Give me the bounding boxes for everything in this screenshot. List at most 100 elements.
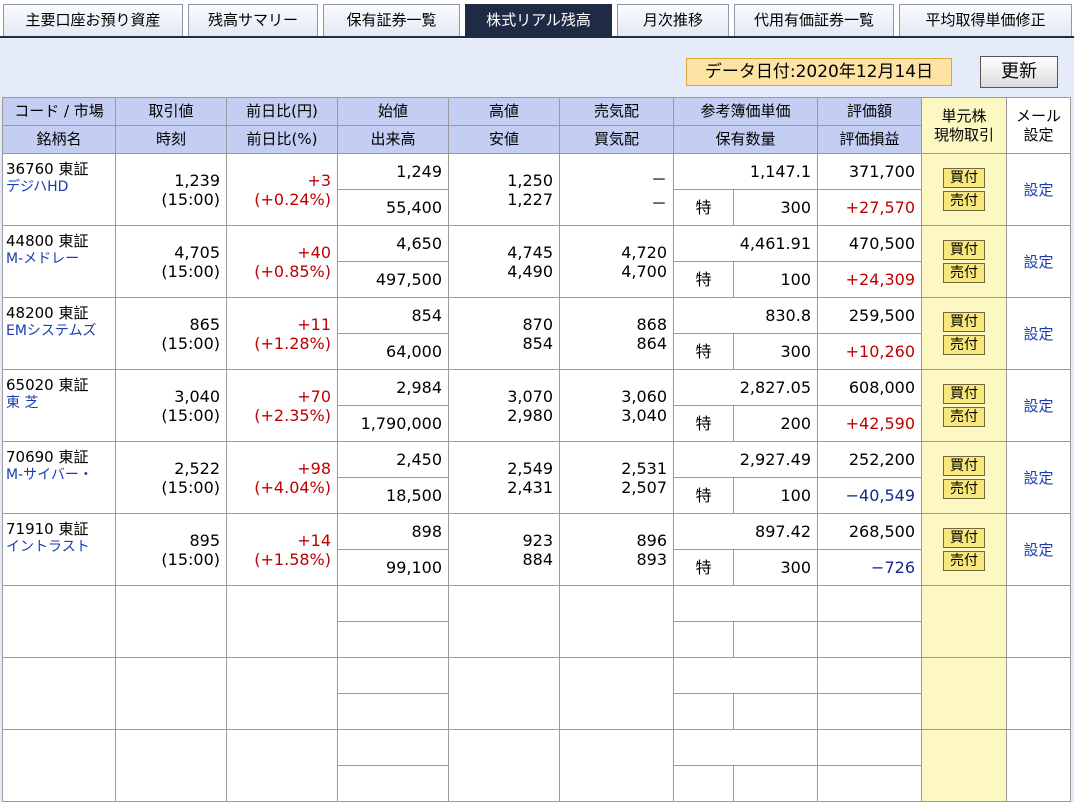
price: 3,040 (115, 369, 227, 406)
mail-setting-link[interactable]: 設定 (1006, 441, 1071, 514)
holding-qty: 300 (780, 342, 811, 361)
bid-price: 2,507 (559, 477, 674, 514)
table-row: (15:00) (+0.24%) 55,400 1,227 －特 300 +27,570 (3, 189, 1071, 226)
empty-cell (337, 657, 449, 694)
bid-price: 893 (559, 549, 674, 586)
tax-type: 特 (675, 550, 734, 585)
price: 2,522 (115, 441, 227, 478)
eval-amount: 608,000 (817, 369, 922, 406)
high-price: 1,250 (448, 153, 560, 190)
table-row: (15:00) (+2.35%) 1,790,000 2,980 3,040 特 200 +4… (3, 405, 1071, 442)
time: (15:00) (115, 477, 227, 514)
empty-cell (115, 729, 227, 802)
empty-split (675, 766, 734, 801)
change-yen: +40 (226, 225, 338, 262)
tab-main-assets[interactable]: 主要口座お預り資産 (3, 4, 183, 36)
unit-trade-cell: 買付 売付 (921, 369, 1007, 442)
empty-cell (226, 657, 338, 730)
change-pct: (+0.24%) (226, 189, 338, 226)
high-price: 2,549 (448, 441, 560, 478)
empty-row (2, 657, 1071, 730)
change-yen: +14 (226, 513, 338, 550)
holding-cell: 特 100 (673, 261, 818, 298)
holding-qty: 100 (780, 486, 811, 505)
header-unit-trade-line1: 単元株 (941, 106, 987, 125)
buy-button[interactable]: 買付 (943, 528, 985, 548)
empty-split (734, 695, 817, 729)
tab-stock-real-balance[interactable]: 株式リアル残高 (465, 4, 612, 36)
sell-button[interactable]: 売付 (943, 479, 985, 499)
buy-button[interactable]: 買付 (943, 168, 985, 188)
empty-row (2, 729, 1071, 802)
header-open: 始値 (337, 97, 449, 126)
tab-bar: 主要口座お預り資産 残高サマリー 保有証券一覧 株式リアル残高 月次推移 代用有… (0, 0, 1074, 36)
empty-cell (448, 729, 560, 802)
open-price: 4,650 (337, 225, 449, 262)
book-price: 4,461.91 (673, 225, 818, 262)
buy-button[interactable]: 買付 (943, 456, 985, 476)
mail-setting-link[interactable]: 設定 (1006, 297, 1071, 370)
empty-cell (1006, 657, 1071, 730)
stock-name-link[interactable]: 東 芝 (6, 394, 115, 412)
bid-price: 4,700 (559, 261, 674, 298)
header-change-yen: 前日比(円) (226, 97, 338, 126)
sell-button[interactable]: 売付 (943, 191, 985, 211)
holding-qty: 100 (780, 270, 811, 289)
stock-name-link[interactable]: EMシステムズ (6, 322, 115, 340)
data-date: データ日付:2020年12月14日 (686, 58, 952, 86)
holding-qty: 200 (780, 414, 811, 433)
stock-name-link[interactable]: イントラスト (6, 538, 115, 556)
empty-cell (673, 621, 818, 658)
empty-cell (673, 765, 818, 802)
empty-cell (226, 729, 338, 802)
open-price: 2,984 (337, 369, 449, 406)
mail-setting-link[interactable]: 設定 (1006, 225, 1071, 298)
tab-collateral-securities[interactable]: 代用有価証券一覧 (734, 4, 894, 36)
empty-cell (337, 729, 449, 766)
sell-button[interactable]: 売付 (943, 335, 985, 355)
sell-button[interactable]: 売付 (943, 551, 985, 571)
stock-name-link[interactable]: M-メドレー (6, 250, 115, 268)
tax-type: 特 (675, 478, 734, 513)
stock-name-link[interactable]: デジハHD (6, 178, 115, 196)
change-pct: (+1.58%) (226, 549, 338, 586)
stock-name-link[interactable]: M-サイバー・ (6, 466, 115, 484)
buy-button[interactable]: 買付 (943, 312, 985, 332)
sell-button[interactable]: 売付 (943, 407, 985, 427)
header-mail-line2: 設定 (1023, 125, 1054, 144)
book-price: 830.8 (673, 297, 818, 334)
empty-cell (448, 657, 560, 730)
buy-button[interactable]: 買付 (943, 240, 985, 260)
change-pct: (+4.04%) (226, 477, 338, 514)
ask-price: － (559, 153, 674, 190)
change-pct: (+0.85%) (226, 261, 338, 298)
header-time: 時刻 (115, 125, 227, 154)
empty-cell (2, 729, 116, 802)
tab-balance-summary[interactable]: 残高サマリー (188, 4, 318, 36)
eval-pl: +27,570 (817, 189, 922, 226)
high-price: 870 (448, 297, 560, 334)
refresh-button[interactable]: 更新 (980, 56, 1058, 88)
table-row: (15:00) (+4.04%) 18,500 2,431 2,507 特 100 −40,5… (3, 477, 1071, 514)
eval-amount: 252,200 (817, 441, 922, 478)
mail-setting-link[interactable]: 設定 (1006, 153, 1071, 226)
sell-button[interactable]: 売付 (943, 263, 985, 283)
header-unit-trade: 単元株 現物取引 (921, 97, 1007, 154)
unit-trade-cell: 買付 売付 (921, 297, 1007, 370)
empty-split (734, 623, 817, 657)
tab-monthly-trend[interactable]: 月次推移 (617, 4, 729, 36)
ask-price: 896 (559, 513, 674, 550)
low-price: 2,431 (448, 477, 560, 514)
empty-row (2, 585, 1071, 658)
empty-split (675, 694, 734, 729)
eval-amount: 470,500 (817, 225, 922, 262)
header-mail-line1: メール (1015, 106, 1061, 125)
mail-setting-link[interactable]: 設定 (1006, 513, 1071, 586)
buy-button[interactable]: 買付 (943, 384, 985, 404)
tab-average-cost-edit[interactable]: 平均取得単価修正 (899, 4, 1072, 36)
table-row: 65020 東証東 芝 3,040 +70 2,984 3,070 3,060 2,827.… (2, 369, 1071, 442)
header-holding-qty: 保有数量 (673, 125, 818, 154)
empty-cell (337, 765, 449, 802)
mail-setting-link[interactable]: 設定 (1006, 369, 1071, 442)
tab-holdings-list[interactable]: 保有証券一覧 (323, 4, 460, 36)
